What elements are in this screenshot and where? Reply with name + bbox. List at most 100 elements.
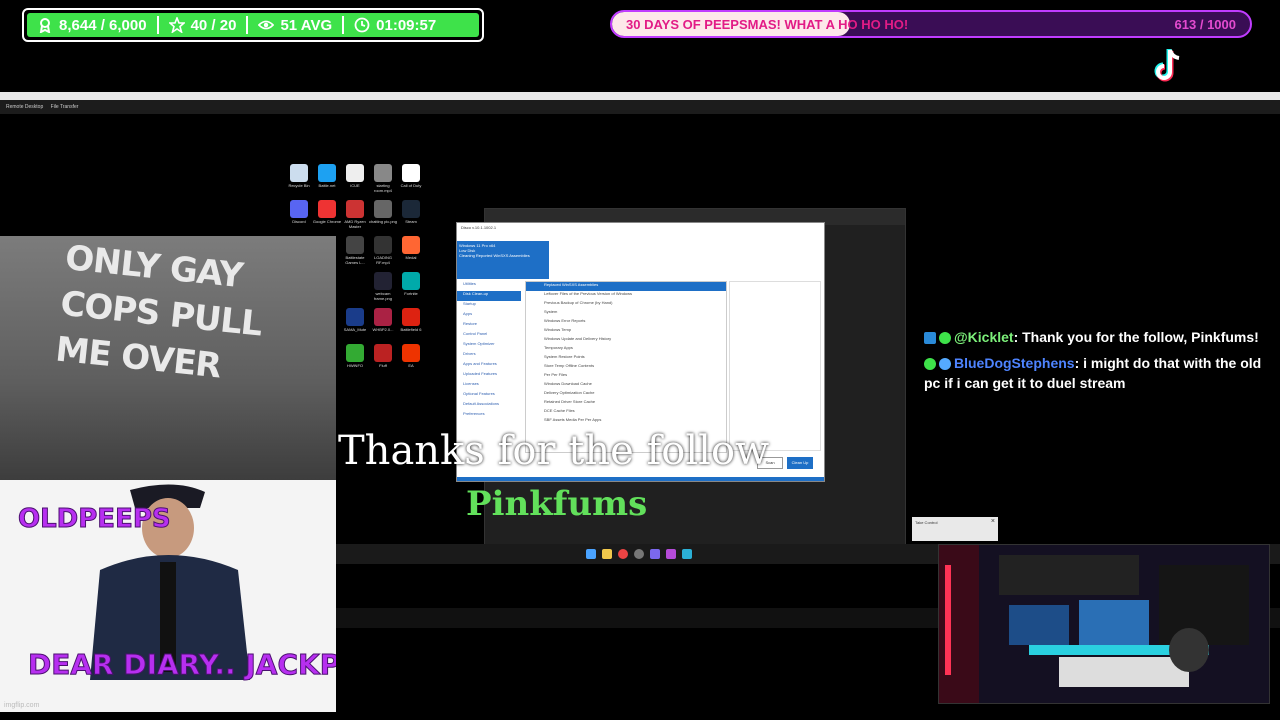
desktop-icon[interactable]: Battlefield 6 [396, 308, 426, 332]
desktop-icon[interactable]: AMD Ryzen Master [340, 200, 370, 229]
system-header: Windows 11 Pro x64 Low Disk Cleaning Rep… [457, 241, 549, 279]
xp-stat: 8,644 / 6,000 [27, 13, 157, 37]
desktop-icon[interactable]: Medal [396, 236, 426, 260]
desktop-icon-label: Battlefield 6 [400, 327, 422, 332]
kick-icon [924, 332, 936, 345]
desktop-icon[interactable]: Steam [396, 200, 426, 224]
app-icon [402, 272, 420, 290]
room-scene-image [939, 545, 1269, 703]
folder-icon[interactable] [602, 549, 612, 559]
desktop-icon[interactable]: iCUE [340, 164, 370, 188]
cleanup-item[interactable]: Windows Update and Delivery History [526, 336, 726, 345]
app-icon [402, 164, 420, 182]
user-badge-icon [37, 17, 53, 33]
remote-desktop-titlebar[interactable] [0, 92, 1280, 100]
nav-item[interactable]: Optional Features [457, 391, 521, 401]
desktop-icon-label: SAMA_Mute [343, 327, 367, 332]
desktop-icon[interactable]: chatting pic.png [368, 200, 398, 224]
cleanup-item[interactable]: Windows Download Cache [526, 381, 726, 390]
desktop-icon[interactable]: Battle.net [312, 164, 342, 188]
cleanup-item[interactable]: Windows Temp [526, 327, 726, 336]
cleanup-item[interactable]: Store Temp Offline Contents [526, 363, 726, 372]
app-icon[interactable] [682, 549, 692, 559]
start-icon[interactable] [586, 549, 596, 559]
app-icon [374, 308, 392, 326]
cleanup-item[interactable]: Replaced WinSXS Assemblies [526, 282, 726, 291]
cleanup-item[interactable]: System [526, 309, 726, 318]
app-icon [374, 200, 392, 218]
nav-item[interactable]: Preferences [457, 411, 521, 421]
desktop-icon[interactable]: starting room.mp4 [368, 164, 398, 193]
nav-item[interactable]: Disk Clean-up [457, 291, 521, 301]
nav-item[interactable]: Apps and Features [457, 361, 521, 371]
desktop-icon[interactable]: webcam frame.png [368, 272, 398, 301]
cleanup-item[interactable]: Leftover Files of the Previous Version o… [526, 291, 726, 300]
desktop-icon[interactable]: Discord [284, 200, 314, 224]
app-icon [318, 164, 336, 182]
desktop-icon-label: Call of Duty [400, 183, 422, 188]
cleanup-item[interactable]: SBF Assets Media Per Per Apps [526, 417, 726, 426]
desktop-icon[interactable]: Recycle Bin [284, 164, 314, 188]
nav-item[interactable]: Apps [457, 311, 521, 321]
nav-item[interactable]: Uploaded Features [457, 371, 521, 381]
tiktok-icon [1150, 46, 1186, 84]
close-icon[interactable]: × [991, 518, 995, 525]
desktop-icon[interactable]: WHBP2.0... [368, 308, 398, 332]
app-icon[interactable] [666, 549, 676, 559]
bumper-sticker-image: ONLY GAY COPS PULL ME OVER [0, 236, 336, 480]
desktop-icon[interactable]: EA [396, 344, 426, 368]
desktop-icon[interactable]: HWiNFO [340, 344, 370, 368]
nav-item[interactable]: Drivers [457, 351, 521, 361]
cleanup-item[interactable]: Delivery Optimization Cache [526, 390, 726, 399]
nav-item[interactable]: System Optimizer [457, 341, 521, 351]
nav-item[interactable]: Restore [457, 321, 521, 331]
chat-username: BlueDogStephens [954, 355, 1075, 371]
window-menu[interactable] [457, 233, 824, 241]
chrome-icon[interactable] [618, 549, 628, 559]
take-control-toast[interactable]: Take Control × [912, 517, 998, 541]
nav-item[interactable]: Utilities [457, 281, 521, 291]
verified-icon [939, 332, 951, 345]
window-bottom-bar [457, 477, 824, 481]
cleanup-item[interactable]: Per Per Files [526, 372, 726, 381]
cleanup-item[interactable]: Previous Backup of Chrome (by Hand) [526, 300, 726, 309]
desktop-icon[interactable]: Fluff [368, 344, 398, 368]
desktop-icon-label: Steam [405, 219, 417, 224]
desktop-icon-label: Battlestate Games L... [345, 255, 365, 265]
app-icon [402, 308, 420, 326]
stars-stat: 40 / 20 [159, 13, 247, 37]
chat-text: : Thank you for the follow, Pinkfums! [1013, 329, 1259, 345]
nav-item[interactable]: Default Associations [457, 401, 521, 411]
cleanup-item[interactable]: Retained Driver Store Cache [526, 399, 726, 408]
viewers-value: 51 AVG [280, 16, 333, 34]
desktop-icon-label: Discord [292, 219, 306, 224]
chat-username: @Kicklet [954, 329, 1014, 345]
desktop-icon[interactable]: Call of Duty [396, 164, 426, 188]
cleanup-item[interactable]: Windows Error Reports [526, 318, 726, 327]
desktop-icon[interactable]: SAMA_Mute [340, 308, 370, 332]
desktop-icon[interactable]: LOADING RF.mp4 [368, 236, 398, 265]
cleanup-item[interactable]: DCE Cache Files [526, 408, 726, 417]
nav-item[interactable]: Startup [457, 301, 521, 311]
cleanup-item[interactable]: System Restore Points [526, 354, 726, 363]
follow-alert-title: Thanks for the follow [338, 428, 770, 474]
tab-file-transfer[interactable]: File Transfer [51, 104, 79, 110]
desktop-icon-label: EA [408, 363, 414, 368]
nav-item[interactable]: Licenses [457, 381, 521, 391]
settings-icon[interactable] [634, 549, 644, 559]
cleanup-item[interactable]: Temporary Apps [526, 345, 726, 354]
tab-remote-desktop[interactable]: Remote Desktop [6, 104, 43, 110]
discord-icon[interactable] [650, 549, 660, 559]
app-icon [346, 236, 364, 254]
nav-item[interactable]: Control Panel [457, 331, 521, 341]
desktop-icon-label: HWiNFO [347, 363, 363, 368]
desktop-icon[interactable]: Fortnite [396, 272, 426, 296]
desktop-icon[interactable]: Battlestate Games L... [340, 236, 370, 265]
meme-bottom-text: DEAR DIARY.. JACKPOT [27, 648, 336, 682]
chat-message: @Kicklet: Thank you for the follow, Pink… [924, 329, 1259, 345]
app-icon [346, 200, 364, 218]
clean-up-button[interactable]: Clean Up [787, 457, 813, 469]
desktop-icon-label: starting room.mp4 [373, 183, 392, 193]
goal-count: 613 / 1000 [1174, 17, 1236, 32]
desktop-icon[interactable]: Google Chrome [312, 200, 342, 224]
